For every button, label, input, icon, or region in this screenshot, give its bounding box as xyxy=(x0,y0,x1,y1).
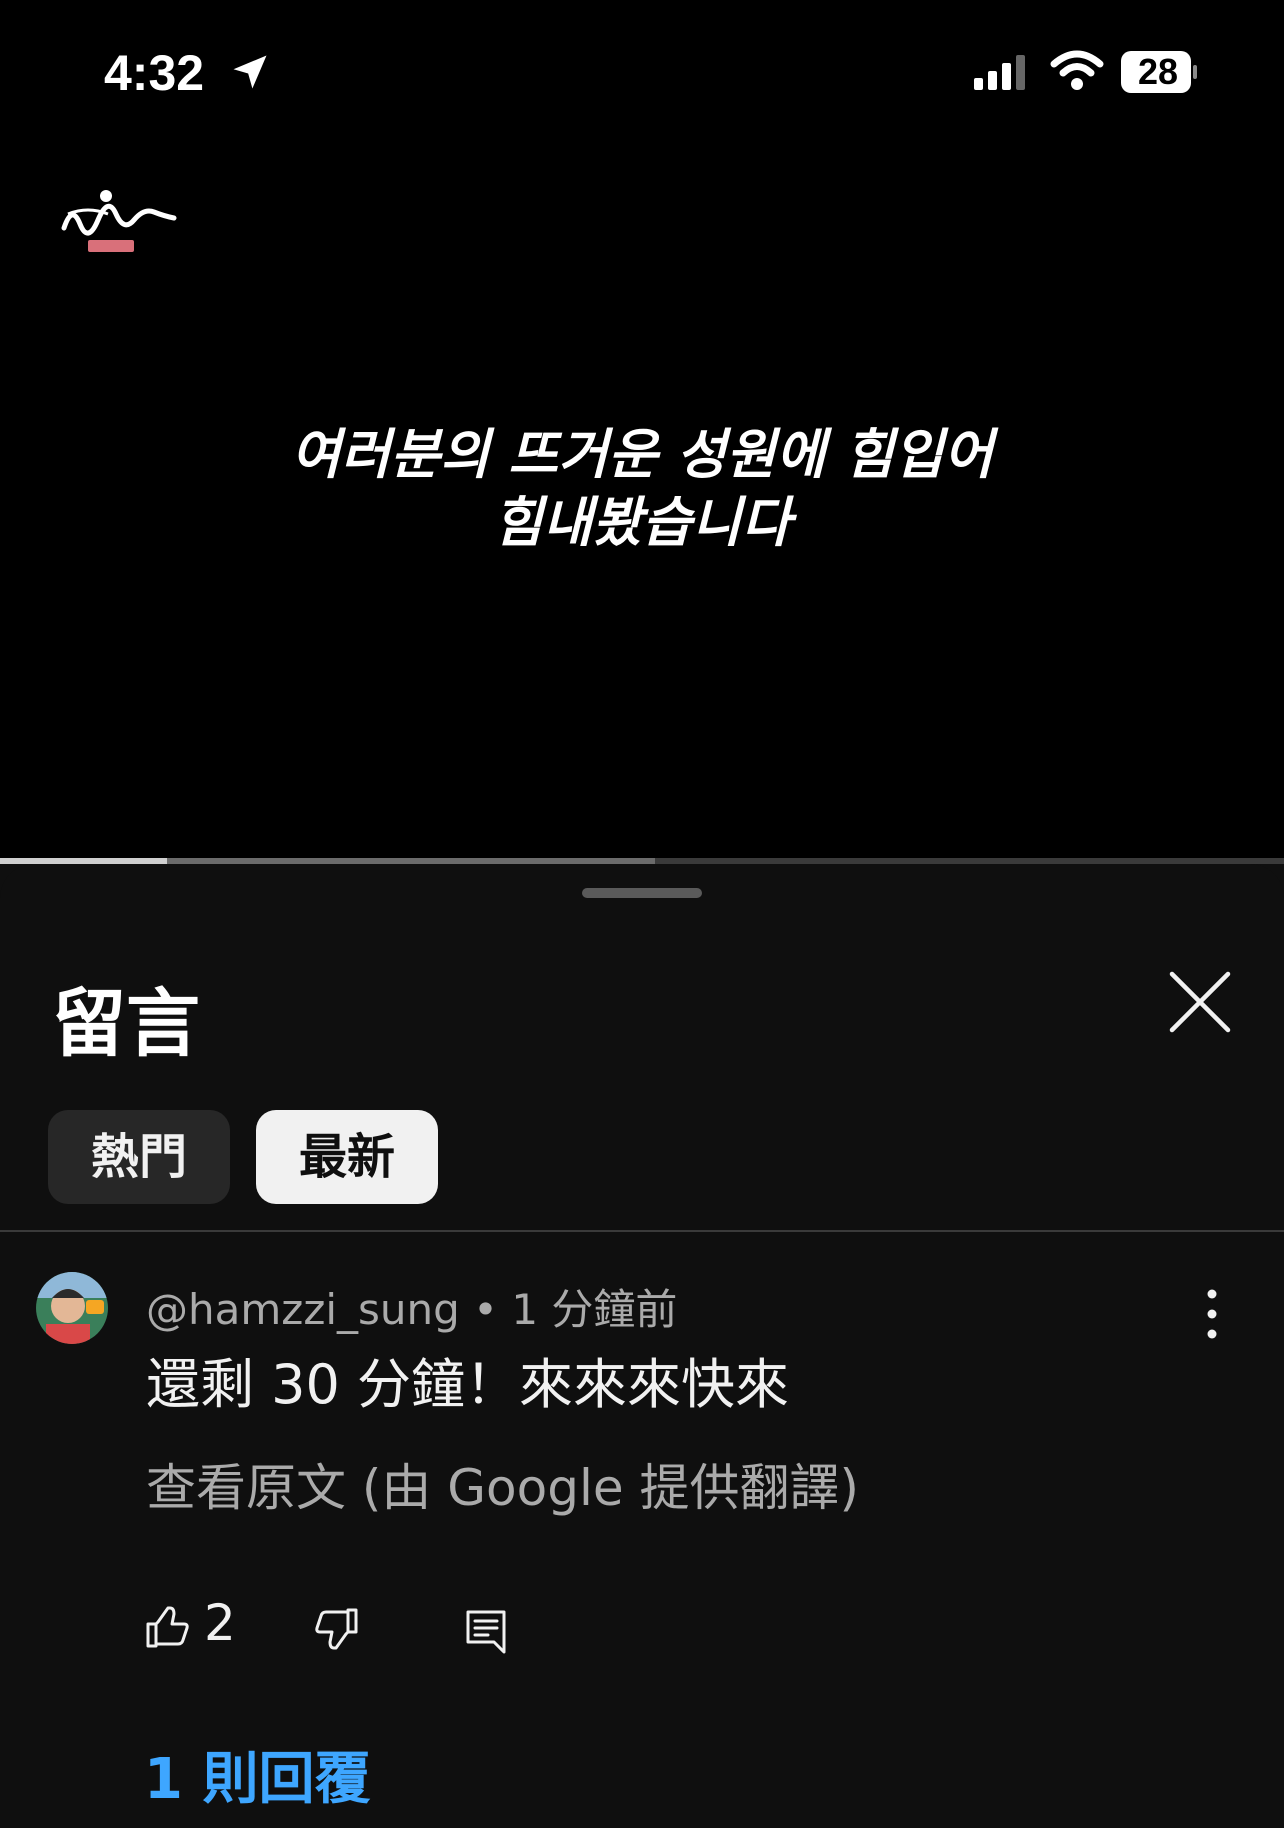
sort-chip-popular[interactable]: 熱門 xyxy=(48,1110,230,1204)
comments-sheet: 留言 熱門 最新 @hamzzi_sung • 1 分鐘前 還剩 30 分鐘！來… xyxy=(0,864,1284,1828)
cellular-signal-icon xyxy=(974,55,1025,90)
divider xyxy=(0,1230,1284,1232)
subtitle-line-1: 여러분의 뜨거운 성원에 힘입어 xyxy=(290,422,994,486)
comment-meta: @hamzzi_sung • 1 分鐘前 xyxy=(146,1276,677,1337)
drag-handle[interactable] xyxy=(582,888,702,898)
status-bar: 4:32 28 xyxy=(0,0,1284,140)
comment-author[interactable]: @hamzzi_sung xyxy=(146,1285,460,1334)
comment-time: 1 分鐘前 xyxy=(511,1285,678,1334)
view-replies-link[interactable]: 1 則回覆 xyxy=(144,1734,370,1815)
thumbs-up-icon[interactable] xyxy=(144,1604,190,1650)
subtitle-line-2: 힘내봤습니다 xyxy=(492,490,792,554)
video-subtitle: 여러분의 뜨거운 성원에 힘입어 힘내봤습니다 xyxy=(0,420,1284,556)
close-icon[interactable] xyxy=(1166,968,1234,1036)
battery-level: 28 xyxy=(1137,51,1179,92)
channel-logo xyxy=(61,190,177,252)
like-count: 2 xyxy=(204,1594,236,1652)
location-arrow-icon xyxy=(233,55,267,89)
reply-comment-icon[interactable] xyxy=(464,1608,508,1654)
wifi-icon xyxy=(1050,50,1104,90)
sort-chip-newest[interactable]: 最新 xyxy=(256,1110,438,1204)
status-time: 4:32 xyxy=(104,45,205,101)
view-original-link[interactable]: 查看原文 (由 Google 提供翻譯) xyxy=(146,1448,859,1520)
comments-title: 留言 xyxy=(52,981,200,1067)
thumbs-down-icon[interactable] xyxy=(314,1606,360,1652)
meta-separator: • xyxy=(473,1285,498,1334)
avatar[interactable] xyxy=(36,1272,108,1344)
comment-text: 還剩 30 分鐘！來來來快來 xyxy=(146,1353,790,1416)
video-player[interactable]: 여러분의 뜨거운 성원에 힘입어 힘내봤습니다 xyxy=(0,140,1284,858)
more-vert-icon[interactable] xyxy=(1196,1284,1228,1344)
